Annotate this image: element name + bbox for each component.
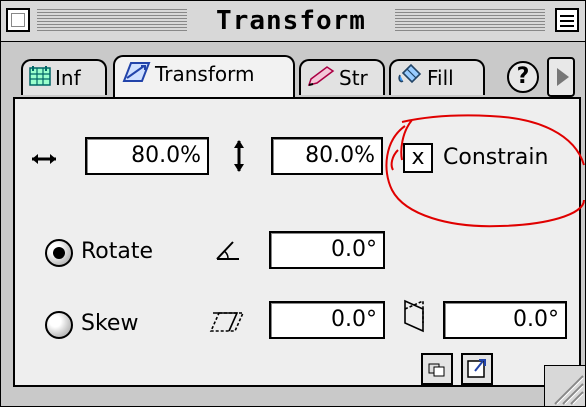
tab-fill-label: Fill: [427, 66, 454, 90]
copy-transform-button[interactable]: [421, 353, 453, 385]
tab-info[interactable]: Inf: [21, 59, 107, 95]
title-bar[interactable]: Transform: [1, 1, 585, 42]
copy-icon: [423, 363, 451, 387]
tab-info-label: Inf: [55, 66, 81, 90]
apply-transform-icon: [463, 359, 491, 387]
horizontal-skew-field[interactable]: 0.0°: [269, 301, 385, 339]
vertical-skew-icon: [403, 299, 425, 337]
horizontal-scale-icon: [31, 151, 57, 170]
help-button[interactable]: ?: [507, 61, 539, 93]
vertical-scale-icon: [232, 139, 246, 177]
apply-transform-button[interactable]: [461, 353, 493, 385]
constrain-checkbox[interactable]: x: [403, 143, 433, 173]
rotate-label: Rotate: [81, 239, 154, 264]
tab-stroke-label: Str: [339, 66, 368, 90]
vertical-skew-field[interactable]: 0.0°: [443, 301, 567, 339]
tab-stroke[interactable]: Str: [299, 59, 385, 95]
window-title: Transform: [191, 5, 391, 37]
transform-icon: [121, 58, 151, 94]
title-bar-stripes-right: [395, 9, 545, 31]
rotate-angle-icon: [215, 239, 241, 265]
vertical-scale-field[interactable]: 80.0%: [271, 137, 383, 175]
fill-bucket-icon: [397, 63, 423, 96]
title-bar-stripes-left: [37, 9, 187, 31]
horizontal-skew-icon: [209, 311, 245, 337]
rotate-radio[interactable]: [45, 239, 73, 267]
constrain-label: Constrain: [443, 145, 549, 170]
close-box-button[interactable]: [6, 8, 30, 32]
resize-grip-icon[interactable]: [544, 365, 585, 406]
info-grid-icon: [29, 63, 51, 96]
transform-window: Transform Inf Transform Str Fill ? 80.0%: [0, 0, 586, 407]
collapse-box-button[interactable]: [555, 8, 579, 32]
horizontal-scale-field[interactable]: 80.0%: [85, 137, 209, 175]
tab-transform[interactable]: Transform: [113, 55, 295, 97]
tab-transform-label: Transform: [155, 62, 255, 86]
skew-label: Skew: [81, 311, 139, 336]
transform-panel: 80.0% 80.0% x Constrain Rotate 0.0° Skew…: [13, 97, 581, 387]
tab-fill[interactable]: Fill: [389, 59, 485, 95]
rotate-angle-field[interactable]: 0.0°: [269, 231, 385, 269]
tab-scroll-right-arrow-icon[interactable]: [547, 57, 575, 97]
stroke-pencil-icon: [307, 63, 335, 96]
skew-radio[interactable]: [45, 311, 73, 339]
